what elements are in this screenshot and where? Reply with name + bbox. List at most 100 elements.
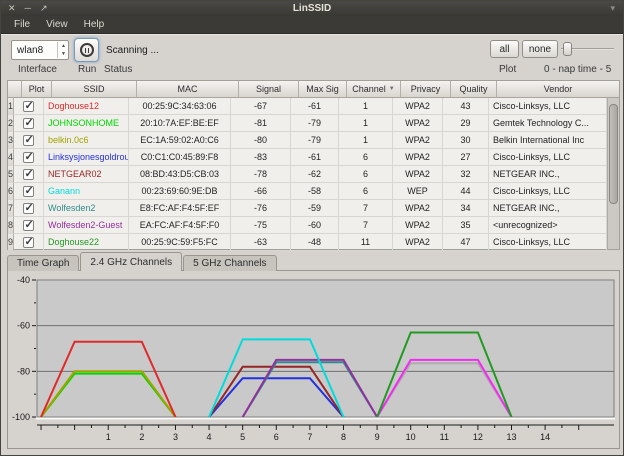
table-row[interactable]: 3belkin.0c6EC:1A:59:02:A0:C6-80-791WPA23…: [8, 132, 619, 149]
privacy-cell[interactable]: WEP: [393, 183, 443, 200]
vendor-cell[interactable]: Cisco-Linksys, LLC: [489, 183, 607, 200]
mac-cell[interactable]: EC:1A:59:02:A0:C6: [129, 132, 231, 149]
table-row[interactable]: 1Doghouse1200:25:9C:34:63:06-67-611WPA24…: [8, 98, 619, 115]
titlebar-chevron-icon[interactable]: ▾: [610, 3, 615, 14]
signal-cell[interactable]: -66: [231, 183, 291, 200]
mac-cell[interactable]: E8:FC:AF:F4:5F:EF: [129, 200, 231, 217]
max-sig-cell[interactable]: -62: [291, 166, 339, 183]
mac-cell[interactable]: 00:25:9C:59:F5:FC: [129, 234, 231, 251]
quality-cell[interactable]: 27: [443, 149, 489, 166]
channel-cell[interactable]: 1: [339, 132, 393, 149]
max-sig-cell[interactable]: -79: [291, 132, 339, 149]
quality-cell[interactable]: 43: [443, 98, 489, 115]
plot-checkbox[interactable]: [23, 186, 34, 197]
spinner-arrows-icon[interactable]: ▲▼: [57, 42, 66, 58]
plot-checkbox[interactable]: [23, 220, 34, 231]
quality-cell[interactable]: 35: [443, 217, 489, 234]
quality-cell[interactable]: 32: [443, 166, 489, 183]
slider-handle[interactable]: [563, 42, 572, 56]
quality-cell[interactable]: 44: [443, 183, 489, 200]
ssid-cell[interactable]: NETGEAR02: [44, 166, 129, 183]
plot-cell[interactable]: [14, 183, 44, 200]
menu-item-file[interactable]: File: [7, 17, 37, 32]
channel-cell[interactable]: 1: [339, 115, 393, 132]
vendor-cell[interactable]: Cisco-Linksys, LLC: [489, 98, 607, 115]
scrollbar-thumb[interactable]: [609, 104, 618, 204]
plot-cell[interactable]: [14, 115, 44, 132]
table-vertical-scrollbar[interactable]: [607, 98, 619, 249]
mac-cell[interactable]: 00:23:69:60:9E:DB: [129, 183, 231, 200]
plot-checkbox[interactable]: [23, 101, 34, 112]
ssid-cell[interactable]: JOHNSONHOME: [44, 115, 129, 132]
channel-cell[interactable]: 6: [339, 183, 393, 200]
mac-cell[interactable]: 08:BD:43:D5:CB:03: [129, 166, 231, 183]
max-sig-cell[interactable]: -60: [291, 217, 339, 234]
ssid-cell[interactable]: Linksysjonesgoldrouter: [44, 149, 129, 166]
max-sig-cell[interactable]: -61: [291, 149, 339, 166]
vendor-cell[interactable]: <unrecognized>: [489, 217, 607, 234]
privacy-cell[interactable]: WPA2: [393, 234, 443, 251]
max-sig-cell[interactable]: -58: [291, 183, 339, 200]
max-sig-cell[interactable]: -79: [291, 115, 339, 132]
quality-cell[interactable]: 29: [443, 115, 489, 132]
table-row[interactable]: 5NETGEAR0208:BD:43:D5:CB:03-78-626WPA232…: [8, 166, 619, 183]
quality-cell[interactable]: 47: [443, 234, 489, 251]
plot-checkbox[interactable]: [23, 169, 34, 180]
vendor-cell[interactable]: Gemtek Technology C...: [489, 115, 607, 132]
plot-cell[interactable]: [14, 217, 44, 234]
signal-cell[interactable]: -81: [231, 115, 291, 132]
quality-cell[interactable]: 34: [443, 200, 489, 217]
channel-cell[interactable]: 7: [339, 200, 393, 217]
tab-2-4-ghz-channels[interactable]: 2.4 GHz Channels: [80, 252, 182, 271]
column-header-quality[interactable]: Quality: [451, 81, 497, 98]
plot-checkbox[interactable]: [23, 203, 34, 214]
mac-cell[interactable]: C0:C1:C0:45:89:F8: [129, 149, 231, 166]
plot-checkbox[interactable]: [23, 135, 34, 146]
table-row[interactable]: 8Wolfesden2-GuestEA:FC:AF:F4:5F:F0-75-60…: [8, 217, 619, 234]
max-sig-cell[interactable]: -48: [291, 234, 339, 251]
column-header-mac[interactable]: MAC: [137, 81, 239, 98]
column-header-privacy[interactable]: Privacy: [401, 81, 451, 98]
column-header-max-sig[interactable]: Max Sig: [299, 81, 347, 98]
privacy-cell[interactable]: WPA2: [393, 132, 443, 149]
ssid-cell[interactable]: Wolfesden2-Guest: [44, 217, 129, 234]
table-row[interactable]: 6Ganann00:23:69:60:9E:DB-66-586WEP44Cisc…: [8, 183, 619, 200]
signal-cell[interactable]: -78: [231, 166, 291, 183]
plot-all-button[interactable]: all: [490, 40, 519, 58]
privacy-cell[interactable]: WPA2: [393, 166, 443, 183]
plot-checkbox[interactable]: [23, 237, 34, 248]
column-header-ssid[interactable]: SSID: [52, 81, 137, 98]
privacy-cell[interactable]: WPA2: [393, 98, 443, 115]
ssid-cell[interactable]: Wolfesden2: [44, 200, 129, 217]
ssid-cell[interactable]: belkin.0c6: [44, 132, 129, 149]
ssid-cell[interactable]: Doghouse22: [44, 234, 129, 251]
table-row[interactable]: 4LinksysjonesgoldrouterC0:C1:C0:45:89:F8…: [8, 149, 619, 166]
channel-cell[interactable]: 6: [339, 149, 393, 166]
channel-cell[interactable]: 6: [339, 166, 393, 183]
signal-cell[interactable]: -76: [231, 200, 291, 217]
signal-cell[interactable]: -67: [231, 98, 291, 115]
plot-cell[interactable]: [14, 132, 44, 149]
signal-cell[interactable]: -83: [231, 149, 291, 166]
plot-cell[interactable]: [14, 166, 44, 183]
table-row[interactable]: 2JOHNSONHOME20:10:7A:EF:BE:EF-81-791WPA2…: [8, 115, 619, 132]
column-header-vendor[interactable]: Vendor: [497, 81, 619, 98]
max-sig-cell[interactable]: -61: [291, 98, 339, 115]
channel-cell[interactable]: 11: [339, 234, 393, 251]
menu-item-help[interactable]: Help: [77, 17, 112, 32]
ssid-cell[interactable]: Ganann: [44, 183, 129, 200]
privacy-cell[interactable]: WPA2: [393, 217, 443, 234]
signal-cell[interactable]: -63: [231, 234, 291, 251]
mac-cell[interactable]: 00:25:9C:34:63:06: [129, 98, 231, 115]
quality-cell[interactable]: 30: [443, 132, 489, 149]
vendor-cell[interactable]: Cisco-Linksys, LLC: [489, 149, 607, 166]
menu-item-view[interactable]: View: [39, 17, 75, 32]
mac-cell[interactable]: 20:10:7A:EF:BE:EF: [129, 115, 231, 132]
plot-cell[interactable]: [14, 98, 44, 115]
table-row[interactable]: 7Wolfesden2E8:FC:AF:F4:5F:EF-76-597WPA23…: [8, 200, 619, 217]
column-header-signal[interactable]: Signal: [239, 81, 299, 98]
table-row[interactable]: 9Doghouse2200:25:9C:59:F5:FC-63-4811WPA2…: [8, 234, 619, 251]
ssid-cell[interactable]: Doghouse12: [44, 98, 129, 115]
signal-cell[interactable]: -75: [231, 217, 291, 234]
plot-cell[interactable]: [14, 200, 44, 217]
